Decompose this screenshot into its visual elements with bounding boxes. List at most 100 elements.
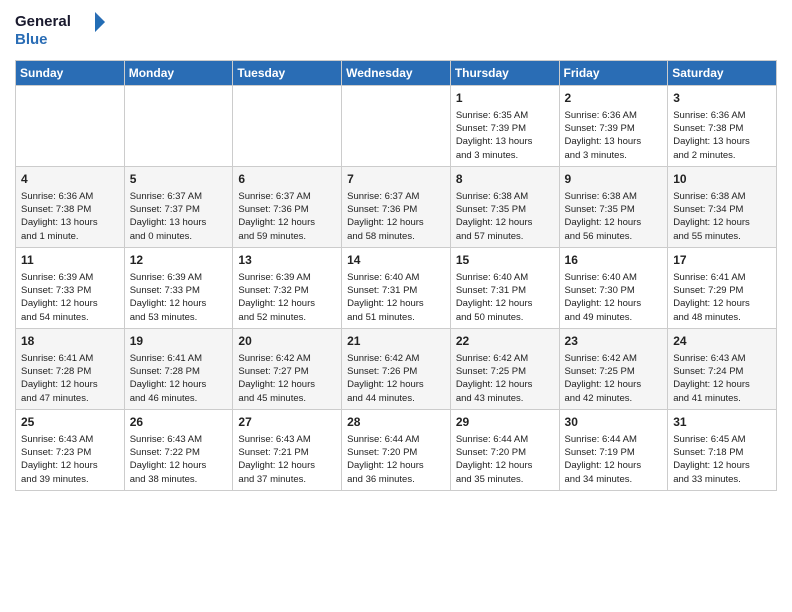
day-info: Daylight: 13 hours: [565, 135, 663, 148]
day-number: 9: [565, 171, 663, 188]
day-info: and 36 minutes.: [347, 473, 445, 486]
day-info: Sunset: 7:21 PM: [238, 446, 336, 459]
day-info: Sunrise: 6:41 AM: [673, 271, 771, 284]
calendar-cell: 19Sunrise: 6:41 AMSunset: 7:28 PMDayligh…: [124, 328, 233, 409]
day-info: Sunset: 7:31 PM: [456, 284, 554, 297]
day-number: 3: [673, 90, 771, 107]
day-info: and 3 minutes.: [456, 149, 554, 162]
calendar-cell: 15Sunrise: 6:40 AMSunset: 7:31 PMDayligh…: [450, 247, 559, 328]
day-info: and 43 minutes.: [456, 392, 554, 405]
day-number: 8: [456, 171, 554, 188]
day-info: Sunset: 7:22 PM: [130, 446, 228, 459]
day-info: Sunset: 7:30 PM: [565, 284, 663, 297]
day-info: and 3 minutes.: [565, 149, 663, 162]
calendar-cell: 25Sunrise: 6:43 AMSunset: 7:23 PMDayligh…: [16, 409, 125, 490]
day-info: Sunrise: 6:38 AM: [456, 190, 554, 203]
day-info: Daylight: 12 hours: [130, 297, 228, 310]
day-info: and 47 minutes.: [21, 392, 119, 405]
calendar-cell: 5Sunrise: 6:37 AMSunset: 7:37 PMDaylight…: [124, 166, 233, 247]
day-info: Daylight: 12 hours: [21, 297, 119, 310]
day-info: Sunrise: 6:36 AM: [21, 190, 119, 203]
day-info: Daylight: 12 hours: [456, 216, 554, 229]
calendar-cell: 17Sunrise: 6:41 AMSunset: 7:29 PMDayligh…: [668, 247, 777, 328]
day-number: 4: [21, 171, 119, 188]
day-info: Daylight: 12 hours: [347, 459, 445, 472]
calendar-cell: 4Sunrise: 6:36 AMSunset: 7:38 PMDaylight…: [16, 166, 125, 247]
day-info: Sunrise: 6:38 AM: [565, 190, 663, 203]
day-of-week-header: Sunday: [16, 61, 125, 86]
day-info: Sunset: 7:31 PM: [347, 284, 445, 297]
day-info: Daylight: 12 hours: [673, 297, 771, 310]
day-info: Sunrise: 6:43 AM: [673, 352, 771, 365]
day-info: and 1 minute.: [21, 230, 119, 243]
day-info: and 0 minutes.: [130, 230, 228, 243]
day-info: Sunset: 7:39 PM: [456, 122, 554, 135]
day-info: Sunrise: 6:43 AM: [238, 433, 336, 446]
day-info: Sunset: 7:32 PM: [238, 284, 336, 297]
day-number: 19: [130, 333, 228, 350]
day-info: and 48 minutes.: [673, 311, 771, 324]
calendar-cell: 16Sunrise: 6:40 AMSunset: 7:30 PMDayligh…: [559, 247, 668, 328]
day-info: Daylight: 12 hours: [456, 297, 554, 310]
calendar-cell: [16, 86, 125, 167]
day-of-week-header: Saturday: [668, 61, 777, 86]
day-number: 31: [673, 414, 771, 431]
calendar-cell: 28Sunrise: 6:44 AMSunset: 7:20 PMDayligh…: [342, 409, 451, 490]
day-info: Daylight: 13 hours: [456, 135, 554, 148]
day-info: Daylight: 12 hours: [456, 459, 554, 472]
day-info: Daylight: 13 hours: [673, 135, 771, 148]
day-info: and 53 minutes.: [130, 311, 228, 324]
calendar-cell: 11Sunrise: 6:39 AMSunset: 7:33 PMDayligh…: [16, 247, 125, 328]
day-of-week-header: Wednesday: [342, 61, 451, 86]
day-info: Sunrise: 6:45 AM: [673, 433, 771, 446]
day-info: and 51 minutes.: [347, 311, 445, 324]
day-number: 11: [21, 252, 119, 269]
day-info: Sunrise: 6:42 AM: [456, 352, 554, 365]
calendar-cell: 31Sunrise: 6:45 AMSunset: 7:18 PMDayligh…: [668, 409, 777, 490]
day-info: Sunrise: 6:35 AM: [456, 109, 554, 122]
calendar-cell: 30Sunrise: 6:44 AMSunset: 7:19 PMDayligh…: [559, 409, 668, 490]
day-info: and 45 minutes.: [238, 392, 336, 405]
day-number: 6: [238, 171, 336, 188]
day-info: and 56 minutes.: [565, 230, 663, 243]
day-info: Sunset: 7:36 PM: [238, 203, 336, 216]
day-info: and 41 minutes.: [673, 392, 771, 405]
day-info: Daylight: 12 hours: [21, 378, 119, 391]
calendar-cell: 26Sunrise: 6:43 AMSunset: 7:22 PMDayligh…: [124, 409, 233, 490]
day-number: 5: [130, 171, 228, 188]
day-info: Sunset: 7:34 PM: [673, 203, 771, 216]
day-of-week-header: Friday: [559, 61, 668, 86]
calendar-cell: 12Sunrise: 6:39 AMSunset: 7:33 PMDayligh…: [124, 247, 233, 328]
day-info: and 52 minutes.: [238, 311, 336, 324]
day-info: Sunset: 7:26 PM: [347, 365, 445, 378]
day-of-week-header: Thursday: [450, 61, 559, 86]
calendar-cell: 13Sunrise: 6:39 AMSunset: 7:32 PMDayligh…: [233, 247, 342, 328]
day-info: and 49 minutes.: [565, 311, 663, 324]
day-info: Sunrise: 6:42 AM: [238, 352, 336, 365]
day-info: Sunrise: 6:42 AM: [347, 352, 445, 365]
day-number: 18: [21, 333, 119, 350]
calendar-cell: [342, 86, 451, 167]
day-info: Sunrise: 6:40 AM: [456, 271, 554, 284]
svg-text:Blue: Blue: [15, 31, 48, 48]
calendar-cell: 3Sunrise: 6:36 AMSunset: 7:38 PMDaylight…: [668, 86, 777, 167]
day-info: and 44 minutes.: [347, 392, 445, 405]
day-info: Daylight: 12 hours: [565, 459, 663, 472]
day-info: Daylight: 12 hours: [238, 216, 336, 229]
day-info: Sunset: 7:18 PM: [673, 446, 771, 459]
day-info: Sunset: 7:24 PM: [673, 365, 771, 378]
day-number: 23: [565, 333, 663, 350]
day-number: 24: [673, 333, 771, 350]
day-info: Sunset: 7:20 PM: [347, 446, 445, 459]
day-number: 7: [347, 171, 445, 188]
day-info: Daylight: 12 hours: [673, 378, 771, 391]
calendar-cell: 10Sunrise: 6:38 AMSunset: 7:34 PMDayligh…: [668, 166, 777, 247]
day-number: 13: [238, 252, 336, 269]
calendar-cell: 23Sunrise: 6:42 AMSunset: 7:25 PMDayligh…: [559, 328, 668, 409]
day-info: Sunrise: 6:44 AM: [456, 433, 554, 446]
day-info: Sunrise: 6:43 AM: [130, 433, 228, 446]
logo-svg: General Blue: [15, 10, 105, 52]
day-info: Sunrise: 6:39 AM: [130, 271, 228, 284]
day-info: Daylight: 12 hours: [673, 216, 771, 229]
logo: General Blue: [15, 10, 105, 52]
